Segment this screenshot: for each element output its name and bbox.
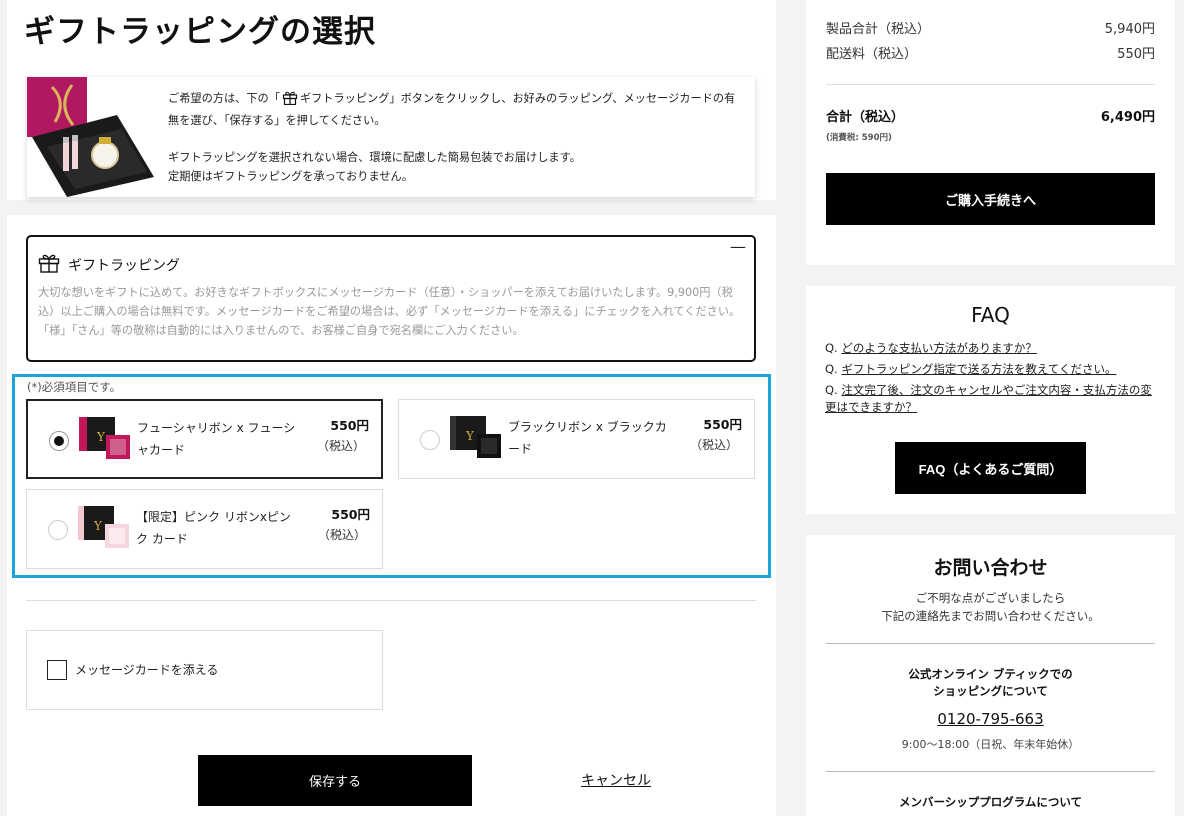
- total-row: 合計（税込） 6,490円: [826, 106, 1155, 125]
- cancel-link[interactable]: キャンセル: [581, 770, 651, 790]
- subtotal-value: 5,940円: [1104, 22, 1155, 37]
- contact-sub-line1: 公式オンライン ブティックでの: [908, 667, 1073, 681]
- radio-button[interactable]: [48, 520, 68, 540]
- gift-wrapping-panel: — ギフトラッピング 大切な想いをギフトに込めて。お好きなギフトボックスにメッセ…: [26, 235, 756, 362]
- faq-item: Q. 注文完了後、注文のキャンセルやご注文内容・支払方法の変更はできますか？: [825, 382, 1160, 416]
- faq-button[interactable]: FAQ（よくあるご質問）: [895, 442, 1086, 494]
- save-button[interactable]: 保存する: [198, 755, 472, 806]
- faq-link[interactable]: ギフトラッピング指定で送る方法を教えてください。: [841, 362, 1116, 376]
- gift-icon: [38, 253, 60, 277]
- page-title: ギフトラッピングの選択: [24, 14, 376, 50]
- total-value: 6,490円: [1100, 110, 1155, 125]
- option-price: 550円: [703, 417, 742, 432]
- checkout-button[interactable]: ご購入手続きへ: [826, 173, 1155, 225]
- gift-icon: [282, 90, 298, 111]
- divider: [826, 84, 1155, 85]
- black-box-image: Y: [450, 414, 504, 460]
- faq-title: FAQ: [971, 303, 1010, 327]
- shipping-row: 配送料（税込） 550円: [826, 43, 1155, 62]
- intro-line1-prefix: ご希望の方は、下の「: [168, 92, 280, 105]
- divider: [826, 643, 1155, 644]
- message-card-checkbox[interactable]: [47, 660, 67, 680]
- subtotal-label: 製品合計（税込）: [826, 22, 931, 37]
- faq-link[interactable]: 注文完了後、注文のキャンセルやご注文内容・支払方法の変更はできますか？: [825, 383, 1152, 414]
- faq-prefix: Q.: [825, 383, 838, 397]
- order-summary: 製品合計（税込） 5,940円 配送料（税込） 550円 合計（税込） 6,49…: [806, 0, 1175, 265]
- pink-box-image: Y: [78, 504, 132, 550]
- contact-subtitle: 公式オンライン ブティックでの ショッピングについて: [806, 666, 1175, 700]
- total-label: 合計（税込）: [826, 110, 905, 125]
- gift-wrapping-header: ギフトラッピング: [38, 253, 180, 277]
- contact-lead: ご不明な点がございましたら 下記の連絡先までお問い合わせください。: [806, 589, 1175, 625]
- divider: [26, 600, 756, 601]
- gift-wrapping-description: 大切な想いをギフトに込めて。お好きなギフトボックスにメッセージカード（任意）・シ…: [38, 286, 741, 337]
- message-card-label: メッセージカードを添える: [75, 663, 219, 677]
- contact-title: お問い合わせ: [933, 557, 1048, 579]
- shipping-label: 配送料（税込）: [826, 47, 918, 62]
- option-price: 550円: [331, 507, 370, 522]
- contact-lead-line1: ご不明な点がございましたら: [915, 591, 1066, 605]
- faq-link[interactable]: どのような支払い方法がありますか？: [841, 341, 1037, 355]
- faq-item: Q. ギフトラッピング指定で送る方法を教えてください。: [825, 361, 1160, 378]
- fuchsia-box-image: Y: [79, 415, 133, 461]
- gift-wrapping-section: — ギフトラッピング 大切な想いをギフトに込めて。お好きなギフトボックスにメッセ…: [7, 215, 776, 816]
- intro-line3: 定期便はギフトラッピングを承っておりません。: [168, 170, 413, 183]
- option-price: 550円: [330, 418, 369, 433]
- intro-box: ご希望の方は、下の「 ギフトラッピング」ボタンをクリックし、お好みのラッピング、メ…: [27, 77, 755, 197]
- contact-section: お問い合わせ ご不明な点がございましたら 下記の連絡先までお問い合わせください。…: [806, 535, 1175, 816]
- faq-list: Q. どのような支払い方法がありますか？ Q. ギフトラッピング指定で送る方法を…: [825, 340, 1160, 420]
- shipping-value: 550円: [1117, 47, 1155, 62]
- option-name: フューシャリボン x フューシャカード: [137, 421, 296, 457]
- tax-note: (消費税: 590円): [826, 133, 892, 143]
- faq-prefix: Q.: [825, 362, 838, 376]
- membership-heading: メンバーシッププログラムについて: [898, 795, 1083, 809]
- gift-set-image: [27, 77, 154, 197]
- svg-text:Y: Y: [465, 429, 475, 443]
- wrapping-option-fuchsia[interactable]: Y フューシャリボン x フューシャカード 550円 （税込）: [26, 399, 383, 479]
- gift-wrapping-title: ギフトラッピング: [68, 258, 180, 274]
- option-tax-note: （税込）: [316, 439, 365, 453]
- option-name: ブラックリボン x ブラックカード: [508, 420, 667, 456]
- required-note: (*)必須項目です。: [27, 380, 122, 394]
- contact-lead-line2: 下記の連絡先までお問い合わせください。: [881, 609, 1100, 623]
- wrapping-option-black[interactable]: Y ブラックリボン x ブラックカード 550円 （税込）: [398, 399, 755, 479]
- subtotal-row: 製品合計（税込） 5,940円: [826, 18, 1155, 37]
- wrapping-option-group: (*)必須項目です。 Y フューシャリボン x フューシャカード 550円 （税…: [12, 374, 771, 578]
- option-tax-note: （税込）: [317, 528, 366, 542]
- radio-button[interactable]: [420, 430, 440, 450]
- wrapping-option-pink[interactable]: Y 【限定】ピンク リボンxピンク カード 550円 （税込）: [26, 489, 383, 569]
- contact-sub-line2: ショッピングについて: [933, 684, 1048, 698]
- contact-hours: 9:00〜18:00（日祝、年末年始休）: [901, 738, 1080, 751]
- phone-link[interactable]: 0120-795-663: [806, 710, 1175, 728]
- svg-text:Y: Y: [96, 430, 106, 444]
- message-card-option[interactable]: メッセージカードを添える: [26, 630, 383, 710]
- intro-line2: ギフトラッピングを選択されない場合、環境に配慮した簡易包装でお届けします。: [168, 151, 581, 164]
- divider: [826, 771, 1155, 772]
- intro-section: ギフトラッピングの選択 ご希望の方は、下の「 ギフトラッピング」ボタンをクリックし…: [7, 0, 776, 200]
- svg-text:Y: Y: [93, 519, 103, 533]
- faq-prefix: Q.: [825, 341, 838, 355]
- intro-text: ご希望の方は、下の「 ギフトラッピング」ボタンをクリックし、お好みのラッピング、メ…: [168, 89, 738, 186]
- radio-button-selected[interactable]: [49, 431, 69, 451]
- option-tax-note: （税込）: [689, 438, 738, 452]
- collapse-icon[interactable]: —: [730, 239, 746, 255]
- faq-section: FAQ Q. どのような支払い方法がありますか？ Q. ギフトラッピング指定で送…: [806, 286, 1175, 514]
- faq-item: Q. どのような支払い方法がありますか？: [825, 340, 1160, 357]
- option-name: 【限定】ピンク リボンxピンク カード: [136, 510, 291, 546]
